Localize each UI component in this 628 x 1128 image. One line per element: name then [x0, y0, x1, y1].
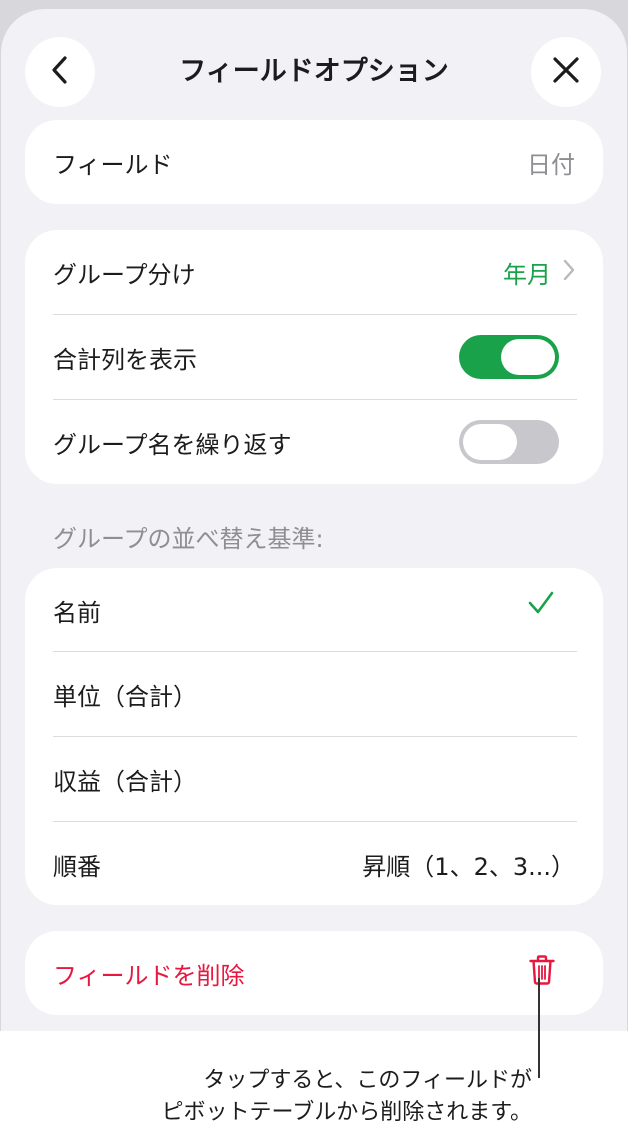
options-card: グループ分け 年月 合計列を表示 グループ名を繰り返す: [25, 230, 603, 484]
sort-option-name[interactable]: 名前: [25, 568, 603, 652]
delete-field-label: フィールドを削除: [53, 961, 245, 990]
show-totals-label: 合計列を表示: [53, 345, 197, 374]
close-button[interactable]: [531, 37, 601, 107]
close-icon: [552, 56, 580, 88]
sort-option-label: 収益（合計）: [53, 767, 197, 796]
trash-icon: [529, 955, 555, 989]
field-row: フィールド 日付: [25, 120, 603, 204]
group-by-row[interactable]: グループ分け 年月: [25, 230, 603, 314]
delete-field-button[interactable]: フィールドを削除: [25, 931, 603, 1015]
sort-order-label: 順番: [53, 852, 101, 881]
toggle-knob: [463, 424, 517, 460]
group-by-value: 年月: [503, 260, 551, 289]
field-card: フィールド 日付: [25, 120, 603, 204]
sort-option-units[interactable]: 単位（合計）: [25, 652, 603, 736]
field-label: フィールド: [53, 150, 173, 179]
sort-option-revenue[interactable]: 収益（合計）: [25, 737, 603, 821]
repeat-group-names-label: グループ名を繰り返す: [53, 430, 292, 459]
group-by-value-wrap: 年月: [503, 255, 575, 290]
checkmark-icon: [527, 590, 555, 620]
delete-card: フィールドを削除: [25, 931, 603, 1015]
sort-card: 名前 単位（合計） 収益（合計） 順番 昇順（1、2、3...）: [25, 568, 603, 905]
repeat-group-names-row: グループ名を繰り返す: [25, 400, 603, 484]
chevron-right-icon: [563, 259, 575, 285]
show-totals-row: 合計列を表示: [25, 315, 603, 399]
sort-order-value: 昇順（1、2、3...）: [362, 852, 575, 881]
callout-line: [538, 978, 540, 1078]
sort-section-header: グループの並べ替え基準:: [53, 525, 324, 553]
callout-text-line2: ピボットテーブルから削除されます。: [161, 1100, 532, 1125]
callout-text-line1: タップすると、このフィールドが: [203, 1068, 532, 1093]
sort-option-label: 単位（合計）: [53, 682, 197, 711]
group-by-label: グループ分け: [53, 260, 196, 289]
show-totals-toggle[interactable]: [459, 335, 559, 379]
sort-option-label: 名前: [53, 598, 101, 627]
field-value: 日付: [527, 150, 575, 179]
sort-order-row[interactable]: 順番 昇順（1、2、3...）: [25, 822, 603, 906]
repeat-group-names-toggle[interactable]: [459, 420, 559, 464]
toggle-knob: [501, 339, 555, 375]
field-options-sheet: フィールドオプション フィールド 日付 グループ分け 年月 合計列を表示 グルー…: [1, 9, 627, 1031]
